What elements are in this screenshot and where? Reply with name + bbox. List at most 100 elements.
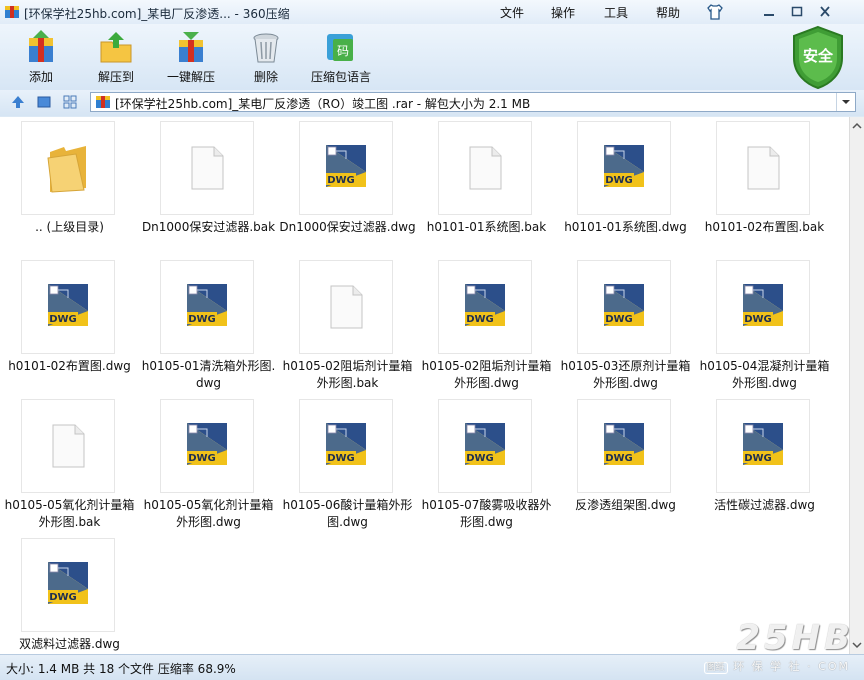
dwg-label: DWG (605, 453, 633, 464)
file-item[interactable]: DWG 双滤料过滤器.dwg (0, 534, 139, 654)
file-item[interactable]: DWG h0105-01清洗箱外形图. dwg (139, 256, 278, 395)
file-name: h0101-02布置图.bak (704, 220, 825, 234)
title-bar: [环保学社25hb.com]_某电厂反渗透... - 360压缩 文件 操作 工… (0, 0, 864, 24)
chevron-down-icon[interactable] (836, 93, 855, 111)
large-icon-view-icon[interactable] (36, 94, 52, 110)
file-item[interactable]: h0105-05氧化剂计量箱 外形图.bak (0, 395, 139, 534)
svg-text:码: 码 (337, 44, 349, 58)
file-name: .. (上级目录) (35, 220, 104, 234)
menu-file[interactable]: 文件 (500, 4, 524, 21)
file-item[interactable]: DWG h0105-05氧化剂计量箱 外形图.dwg (139, 395, 278, 534)
dwg-label: DWG (605, 175, 633, 186)
address-bar[interactable]: [环保学社25hb.com]_某电厂反渗透（RO）竣工图 .rar - 解包大小… (90, 92, 856, 112)
file-thumbnail: DWG (438, 260, 532, 354)
file-thumbnail: DWG (716, 260, 810, 354)
file-name: h0105-06酸计量箱外形 图.dwg (282, 498, 413, 529)
file-name: 活性碳过滤器.dwg (714, 498, 815, 512)
dwg-file-icon: DWG (465, 423, 505, 465)
file-item[interactable]: DWG h0105-07酸雾吸收器外 形图.dwg (417, 395, 556, 534)
file-thumbnail: DWG (160, 260, 254, 354)
menu-help[interactable]: 帮助 (656, 4, 680, 21)
skin-shirt-icon[interactable] (706, 3, 724, 21)
file-thumbnail: DWG (21, 260, 115, 354)
file-name: h0105-05氧化剂计量箱 外形图.bak (4, 498, 135, 529)
one-click-extract-button[interactable]: 一键解压 (156, 28, 226, 88)
dwg-label: DWG (605, 314, 633, 325)
dwg-label: DWG (744, 453, 772, 464)
file-item[interactable]: h0105-02阻垢剂计量箱 外形图.bak (278, 256, 417, 395)
file-name: h0105-02阻垢剂计量箱 外形图.dwg (421, 359, 552, 390)
app-icon (5, 6, 19, 18)
file-thumbnail: DWG (21, 538, 115, 632)
delete-button[interactable]: 删除 (231, 28, 301, 88)
dwg-file-icon: DWG (187, 423, 227, 465)
file-name: Dn1000保安过滤器.bak (141, 220, 276, 234)
dwg-file-icon: DWG (326, 145, 366, 187)
dwg-file-icon: DWG (48, 562, 88, 604)
file-thumbnail: DWG (577, 399, 671, 493)
file-thumbnail: DWG (160, 399, 254, 493)
blank-file-icon (747, 146, 780, 190)
file-item[interactable]: DWG h0105-04混凝剂计量箱 外形图.dwg (695, 256, 834, 395)
file-name: h0105-01清洗箱外形图. dwg (141, 359, 276, 390)
blank-file-icon (52, 424, 85, 468)
file-name: h0101-01系统图.dwg (564, 220, 687, 234)
file-item[interactable]: DWG h0105-06酸计量箱外形 图.dwg (278, 395, 417, 534)
dwg-file-icon: DWG (604, 145, 644, 187)
file-thumbnail: DWG (716, 399, 810, 493)
file-item[interactable]: DWG h0105-03还原剂计量箱 外形图.dwg (556, 256, 695, 395)
file-name: 双滤料过滤器.dwg (19, 637, 120, 651)
file-item[interactable]: DWG h0101-02布置图.dwg (0, 256, 139, 395)
scroll-up-icon[interactable] (850, 119, 864, 133)
file-thumbnail (160, 121, 254, 215)
dwg-label: DWG (188, 314, 216, 325)
window-title: [环保学社25hb.com]_某电厂反渗透... - 360压缩 (24, 7, 290, 21)
blank-file-icon (469, 146, 502, 190)
extract-to-button[interactable]: 解压到 (81, 28, 151, 88)
file-thumbnail: DWG (438, 399, 532, 493)
add-archive-icon (29, 30, 53, 62)
parent-folder-item[interactable]: .. (上级目录) (0, 117, 139, 256)
file-name: h0105-05氧化剂计量箱 外形图.dwg (143, 498, 274, 529)
file-item[interactable]: h0101-01系统图.bak (417, 117, 556, 256)
dwg-file-icon: DWG (604, 284, 644, 326)
menu-tools[interactable]: 工具 (604, 4, 628, 21)
file-list: .. (上级目录) Dn1000保安过滤器.bak DWG Dn1000保安过滤器.d… (0, 117, 849, 654)
up-arrow-icon[interactable] (10, 94, 26, 110)
vertical-scrollbar[interactable] (849, 117, 864, 654)
file-item[interactable]: DWG h0101-01系统图.dwg (556, 117, 695, 256)
file-thumbnail: DWG (299, 121, 393, 215)
compress-language-button[interactable]: 码 压缩包语言 (306, 28, 376, 88)
file-item[interactable]: Dn1000保安过滤器.bak (139, 117, 278, 256)
file-item[interactable]: DWG h0105-02阻垢剂计量箱 外形图.dwg (417, 256, 556, 395)
file-name: 反渗透组架图.dwg (575, 498, 676, 512)
rar-archive-icon (96, 96, 110, 108)
file-name: h0105-07酸雾吸收器外 形图.dwg (421, 498, 552, 529)
file-thumbnail (438, 121, 532, 215)
file-item[interactable]: h0101-02布置图.bak (695, 117, 834, 256)
file-name: h0105-03还原剂计量箱 外形图.dwg (560, 359, 691, 390)
file-name: h0105-04混凝剂计量箱 外形图.dwg (699, 359, 830, 390)
grid-view-icon[interactable] (62, 94, 78, 110)
file-item[interactable]: DWG 活性碳过滤器.dwg (695, 395, 834, 534)
file-item[interactable]: DWG 反渗透组架图.dwg (556, 395, 695, 534)
dwg-label: DWG (49, 314, 77, 325)
file-item[interactable]: DWG Dn1000保安过滤器.dwg (278, 117, 417, 256)
dwg-label: DWG (327, 453, 355, 464)
file-thumbnail (299, 260, 393, 354)
maximize-icon[interactable] (786, 3, 808, 21)
watermark-big-text: 25HB (736, 618, 854, 658)
file-thumbnail: DWG (577, 121, 671, 215)
minimize-icon[interactable] (758, 3, 780, 21)
one-click-extract-icon (179, 32, 203, 62)
dwg-label: DWG (327, 175, 355, 186)
close-icon[interactable] (814, 3, 836, 21)
dwg-label: DWG (466, 314, 494, 325)
menu-operate[interactable]: 操作 (551, 4, 575, 21)
file-name: h0105-02阻垢剂计量箱 外形图.bak (282, 359, 413, 390)
file-name: h0101-02布置图.dwg (8, 359, 131, 373)
add-button[interactable]: 添加 (6, 28, 76, 88)
security-shield-icon[interactable]: 安全 (788, 24, 848, 90)
blank-file-icon (191, 146, 224, 190)
dwg-file-icon: DWG (187, 284, 227, 326)
